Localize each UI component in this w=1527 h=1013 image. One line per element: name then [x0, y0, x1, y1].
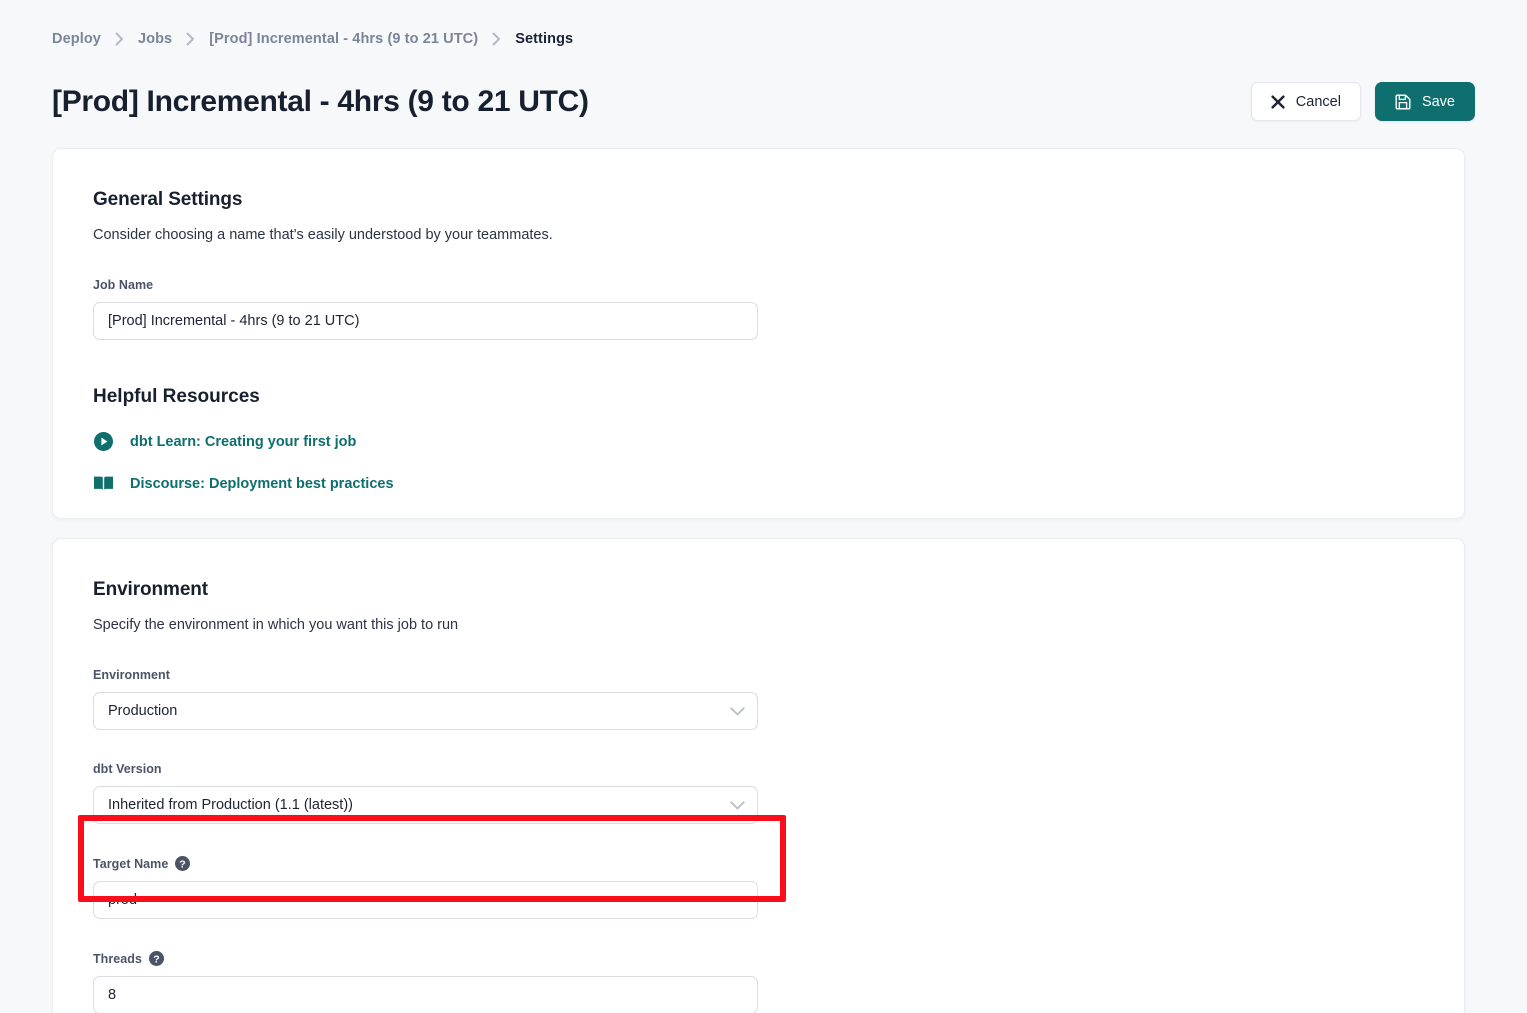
page-header: [Prod] Incremental - 4hrs (9 to 21 UTC) …	[52, 82, 1475, 121]
threads-input[interactable]: 8	[93, 976, 758, 1013]
threads-field: Threads ? 8	[93, 951, 1424, 1013]
svg-text:?: ?	[180, 858, 186, 870]
environment-field: Environment Production	[93, 668, 1424, 730]
resource-link-discourse[interactable]: Discourse: Deployment best practices	[93, 475, 1424, 492]
header-actions: Cancel Save	[1251, 82, 1475, 121]
question-mark-circle-icon[interactable]: ?	[175, 856, 190, 871]
resource-link-dbt-learn[interactable]: dbt Learn: Creating your first job	[93, 432, 1424, 451]
cancel-button[interactable]: Cancel	[1251, 82, 1361, 121]
environment-description: Specify the environment in which you wan…	[93, 615, 1424, 636]
svg-text:?: ?	[153, 953, 159, 965]
chevron-right-icon	[115, 32, 124, 46]
settings-page: Deploy Jobs [Prod] Incremental - 4hrs (9…	[0, 0, 1527, 1013]
general-settings-title: General Settings	[93, 189, 1424, 211]
floppy-disk-save-icon	[1395, 94, 1411, 110]
environment-title: Environment	[93, 579, 1424, 601]
general-settings-description: Consider choosing a name that's easily u…	[93, 225, 1424, 246]
chevron-down-icon	[730, 707, 745, 716]
job-name-input[interactable]: [Prod] Incremental - 4hrs (9 to 21 UTC)	[93, 302, 758, 340]
close-icon	[1271, 95, 1285, 109]
dbt-version-field: dbt Version Inherited from Production (1…	[93, 762, 1424, 824]
page-title: [Prod] Incremental - 4hrs (9 to 21 UTC)	[52, 84, 589, 120]
breadcrumb-item-settings: Settings	[515, 31, 573, 47]
open-book-icon	[93, 475, 113, 492]
question-mark-circle-icon[interactable]: ?	[149, 951, 164, 966]
breadcrumb-item-deploy[interactable]: Deploy	[52, 31, 101, 47]
job-name-label: Job Name	[93, 278, 1424, 292]
breadcrumb-item-jobs[interactable]: Jobs	[138, 31, 172, 47]
resource-link-label: dbt Learn: Creating your first job	[130, 434, 356, 450]
environment-select-value: Production	[108, 703, 177, 719]
breadcrumb-item-job[interactable]: [Prod] Incremental - 4hrs (9 to 21 UTC)	[209, 31, 478, 47]
job-name-field: Job Name [Prod] Incremental - 4hrs (9 to…	[93, 278, 1424, 340]
target-name-input[interactable]: prod	[93, 881, 758, 919]
threads-label-text: Threads	[93, 952, 142, 966]
general-settings-card: General Settings Consider choosing a nam…	[52, 148, 1465, 519]
play-circle-icon	[93, 432, 113, 451]
chevron-down-icon	[730, 801, 745, 810]
resource-link-label: Discourse: Deployment best practices	[130, 476, 394, 492]
target-name-field: Target Name ? prod	[93, 856, 1424, 919]
dbt-version-select-value: Inherited from Production (1.1 (latest))	[108, 797, 353, 813]
helpful-resources: Helpful Resources dbt Learn: Creating yo…	[93, 386, 1424, 492]
save-button-label: Save	[1422, 94, 1455, 110]
helpful-resources-title: Helpful Resources	[93, 386, 1424, 408]
cancel-button-label: Cancel	[1296, 94, 1341, 110]
environment-label: Environment	[93, 668, 1424, 682]
save-button[interactable]: Save	[1375, 82, 1475, 121]
target-name-label-text: Target Name	[93, 857, 168, 871]
dbt-version-label: dbt Version	[93, 762, 1424, 776]
breadcrumb: Deploy Jobs [Prod] Incremental - 4hrs (9…	[52, 31, 573, 47]
environment-select[interactable]: Production	[93, 692, 758, 730]
environment-card: Environment Specify the environment in w…	[52, 538, 1465, 1013]
chevron-right-icon	[492, 32, 501, 46]
chevron-right-icon	[186, 32, 195, 46]
dbt-version-select[interactable]: Inherited from Production (1.1 (latest))	[93, 786, 758, 824]
threads-label: Threads ?	[93, 951, 1424, 966]
target-name-label: Target Name ?	[93, 856, 1424, 871]
